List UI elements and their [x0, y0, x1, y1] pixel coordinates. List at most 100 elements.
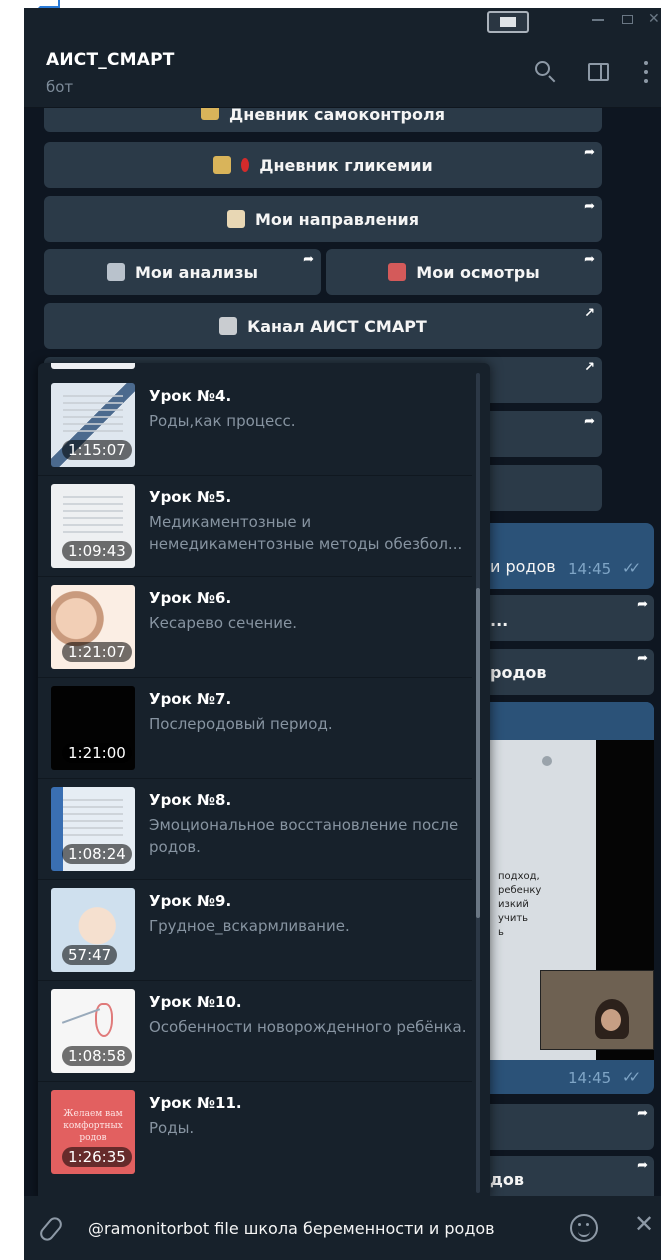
- lesson-item-5[interactable]: 1:09:43 Урок №5. Медикаментозные и немед…: [38, 476, 472, 577]
- lesson-description: Кесарево сечение.: [149, 614, 297, 632]
- forward-arrow-icon: ➦: [584, 199, 595, 214]
- lesson-title: Урок №9.: [149, 892, 232, 910]
- video-duration: 1:21:00: [62, 743, 132, 763]
- external-link-icon: ↗: [584, 360, 595, 375]
- message-text-fragment: и родов: [490, 557, 556, 576]
- message-input[interactable]: [88, 1214, 528, 1242]
- attach-icon[interactable]: [37, 1214, 65, 1244]
- message-time: 14:45: [568, 560, 612, 578]
- lesson-title: Урок №8.: [149, 791, 232, 809]
- lesson-item-8[interactable]: 1:08:24 Урок №8. Эмоциональное восстанов…: [38, 779, 472, 880]
- maximize-button[interactable]: [622, 15, 633, 24]
- chat-title: АИСТ_СМАРТ: [46, 50, 175, 70]
- video-duration: 1:09:43: [62, 541, 132, 561]
- video-duration: 1:26:35: [62, 1147, 132, 1167]
- double-check-icon: ✓✓: [622, 559, 641, 577]
- lesson-thumbnail: 1:15:07: [51, 383, 135, 467]
- forward-arrow-icon: ➦: [637, 651, 648, 666]
- forward-arrow-icon: ➦: [637, 1158, 648, 1173]
- keyboard-button-examinations[interactable]: Мои осмотры ➦: [326, 249, 602, 295]
- window-titlebar: ✕: [24, 8, 661, 36]
- lesson-description: Грудное_вскармливание.: [149, 917, 350, 935]
- popup-scrollbar-thumb[interactable]: [476, 588, 480, 918]
- message-bubble-1[interactable]: и родов 14:45 ✓✓: [474, 523, 654, 589]
- video-duration: 1:15:07: [62, 440, 132, 460]
- forward-arrow-icon: ➦: [637, 1106, 648, 1121]
- search-icon[interactable]: [530, 58, 560, 88]
- lesson-description: Особенности новорожденного ребёнка.: [149, 1018, 467, 1036]
- telegram-window: ✕ АИСТ_СМАРТ бот Дневник самоконтроля Дн…: [24, 8, 661, 1260]
- clipboard-icon: [226, 210, 245, 228]
- lesson-thumbnail: 1:21:00: [51, 686, 135, 770]
- emoji-icon[interactable]: [570, 1214, 598, 1242]
- lesson-title: Урок №6.: [149, 589, 232, 607]
- previous-item-thumb: [51, 363, 135, 369]
- lesson-title: Урок №7.: [149, 690, 232, 708]
- lesson-title: Урок №11.: [149, 1094, 242, 1112]
- thumbnail-caption: Желаем вам комфортных родов: [63, 1109, 123, 1143]
- message-time: 14:45: [568, 1069, 612, 1087]
- external-link-icon: ↗: [584, 306, 595, 321]
- lesson-title: Урок №10.: [149, 993, 242, 1011]
- lesson-item-11[interactable]: Желаем вам комфортных родов 1:26:35 Урок…: [38, 1082, 472, 1183]
- lesson-thumbnail: 1:21:07: [51, 585, 135, 669]
- double-check-icon: ✓✓: [622, 1068, 641, 1086]
- keyboard-button-self-control[interactable]: Дневник самоконтроля: [44, 108, 602, 132]
- megaphone-icon: [219, 317, 238, 335]
- keyboard-button-glycemia[interactable]: Дневник гликемии ➦: [44, 142, 602, 188]
- desktop-corner-icon: [38, 0, 60, 8]
- lesson-title: Урок №4.: [149, 387, 232, 405]
- inline-results-popup[interactable]: 1:15:07 Урок №4. Роды,как процесс. 1:09:…: [38, 363, 490, 1196]
- lesson-thumbnail: 1:08:58: [51, 989, 135, 1073]
- inline-button-4[interactable]: дов ➦: [474, 1156, 654, 1196]
- microscope-icon: [106, 263, 125, 281]
- lesson-description: Роды.: [149, 1119, 195, 1137]
- lesson-item-4[interactable]: 1:15:07 Урок №4. Роды,как процесс.: [38, 375, 472, 476]
- close-window-button[interactable]: ✕: [648, 11, 660, 27]
- chat-area: Дневник самоконтроля Дневник гликемии ➦ …: [24, 108, 661, 1196]
- notebook-icon: [201, 108, 220, 120]
- lesson-description: Эмоциональное восстановление после родов…: [149, 816, 459, 856]
- lesson-item-7[interactable]: 1:21:00 Урок №7. Послеродовый период.: [38, 678, 472, 779]
- hospital-icon: [388, 263, 407, 281]
- lesson-thumbnail: Желаем вам комфортных родов 1:26:35: [51, 1090, 135, 1174]
- side-panel-icon[interactable]: [584, 58, 614, 88]
- webcam-overlay: [540, 970, 654, 1050]
- desktop-background: [0, 0, 24, 1260]
- video-duration: 1:08:24: [62, 844, 132, 864]
- mini-window-icon[interactable]: [487, 11, 529, 33]
- video-preview[interactable]: подход, ребенку изкий учить ь: [484, 740, 654, 1060]
- forward-arrow-icon: ➦: [303, 252, 314, 267]
- forward-arrow-icon: ➦: [584, 414, 595, 429]
- lesson-item-9[interactable]: 57:47 Урок №9. Грудное_вскармливание.: [38, 880, 472, 981]
- video-message-bubble[interactable]: подход, ребенку изкий учить ь 14:45 ✓✓: [474, 702, 654, 1094]
- video-duration: 57:47: [62, 945, 118, 965]
- inline-button-1[interactable]: ... ➦: [474, 595, 654, 641]
- video-duration: 1:08:58: [62, 1046, 132, 1066]
- lesson-description: Послеродовый период.: [149, 715, 333, 733]
- keyboard-button-referrals[interactable]: Мои направления ➦: [44, 196, 602, 242]
- lesson-thumbnail: 1:09:43: [51, 484, 135, 568]
- top-edge: [0, 0, 661, 8]
- more-icon[interactable]: [632, 58, 661, 88]
- lesson-description: Роды,как процесс.: [149, 412, 296, 430]
- inline-button-2[interactable]: родов ➦: [474, 649, 654, 695]
- notebook-icon: [213, 156, 232, 174]
- forward-arrow-icon: ➦: [584, 252, 595, 267]
- lesson-item-6[interactable]: 1:21:07 Урок №6. Кесарево сечение.: [38, 577, 472, 678]
- keyboard-button-channel[interactable]: Канал АИСТ СМАРТ ↗: [44, 303, 602, 349]
- keyboard-button-analyses[interactable]: Мои анализы ➦: [44, 249, 321, 295]
- minimize-button[interactable]: [592, 19, 604, 21]
- chat-header[interactable]: АИСТ_СМАРТ бот: [24, 36, 661, 108]
- forward-arrow-icon: ➦: [637, 597, 648, 612]
- lesson-description: Медикаментозные и немедикаментозные мето…: [149, 513, 463, 553]
- lesson-thumbnail: 1:08:24: [51, 787, 135, 871]
- chat-subtitle: бот: [46, 78, 74, 96]
- inline-button-3[interactable]: ➦: [474, 1104, 654, 1150]
- video-duration: 1:21:07: [62, 642, 132, 662]
- blood-drop-icon: [241, 158, 250, 172]
- close-icon[interactable]: ✕: [634, 1210, 654, 1238]
- lesson-item-10[interactable]: 1:08:58 Урок №10. Особенности новорожден…: [38, 981, 472, 1082]
- message-input-bar: ✕: [24, 1196, 661, 1260]
- whiteboard-text: подход, ребенку изкий учить ь: [498, 871, 542, 938]
